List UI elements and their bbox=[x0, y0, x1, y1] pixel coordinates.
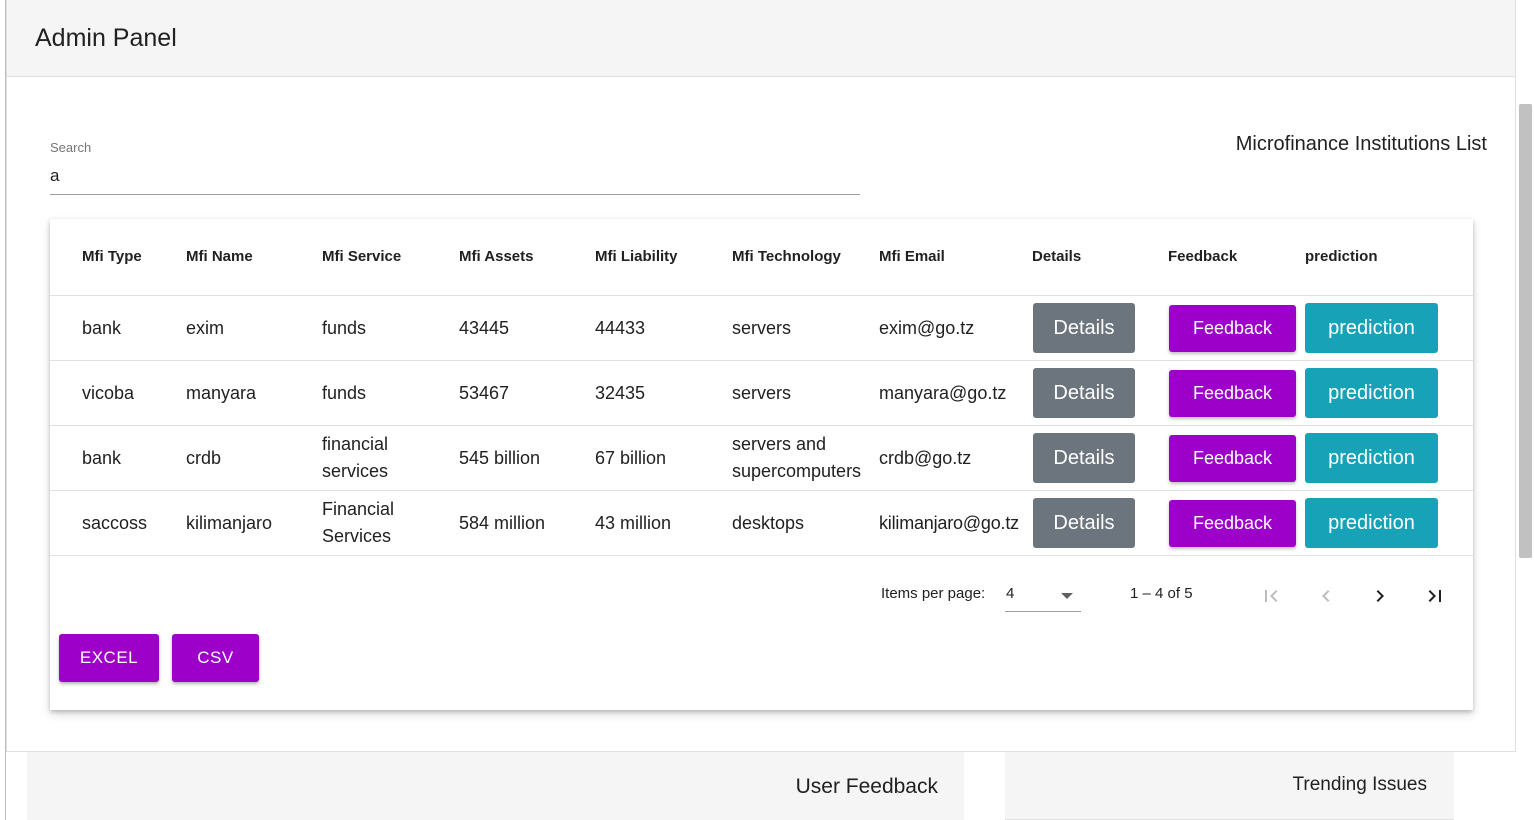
page-title: Admin Panel bbox=[35, 24, 177, 52]
column-header-mfi-assets[interactable]: Mfi Assets bbox=[459, 248, 533, 265]
scrollbar-thumb[interactable] bbox=[1519, 104, 1532, 558]
cell-mfi-technology: servers bbox=[732, 318, 792, 338]
prediction-button[interactable]: prediction bbox=[1305, 498, 1438, 548]
cell-mfi-email: manyara@go.tz bbox=[879, 383, 1007, 403]
list-title: Microfinance Institutions List bbox=[1235, 133, 1487, 155]
cell-mfi-email: exim@go.tz bbox=[879, 318, 975, 338]
table-row: bank exim funds 43445 44433 servers exim… bbox=[50, 296, 1473, 361]
cell-mfi-assets: 584 million bbox=[459, 513, 546, 533]
feedback-button[interactable]: Feedback bbox=[1169, 500, 1296, 547]
cell-mfi-service: Financial Services bbox=[322, 496, 394, 550]
cell-mfi-service: funds bbox=[322, 318, 367, 338]
cell-mfi-technology: desktops bbox=[732, 513, 805, 533]
export-csv-button[interactable]: CSV bbox=[172, 634, 259, 682]
column-header-details: Details bbox=[1032, 248, 1082, 265]
chevron-left-icon bbox=[1322, 590, 1330, 602]
cell-mfi-service: financial services bbox=[322, 431, 388, 485]
column-header-mfi-type[interactable]: Mfi Type bbox=[82, 248, 142, 265]
cell-mfi-technology-line: supercomputers bbox=[732, 461, 862, 481]
cell-mfi-technology: servers and supercomputers bbox=[732, 431, 861, 485]
search-input[interactable] bbox=[50, 164, 850, 188]
cell-mfi-service-line: Services bbox=[322, 526, 392, 546]
cell-mfi-type: vicoba bbox=[82, 383, 135, 403]
trending-issues-panel: Trending Issues bbox=[1005, 752, 1454, 820]
user-feedback-panel: User Feedback bbox=[27, 752, 964, 820]
admin-panel-header: Admin Panel bbox=[7, 0, 1515, 77]
cell-mfi-liability: 43 million bbox=[595, 513, 672, 533]
cell-mfi-service-line: financial bbox=[322, 434, 389, 454]
table-row: vicoba manyara funds 53467 32435 servers… bbox=[50, 361, 1473, 426]
first-page-button[interactable] bbox=[1251, 576, 1291, 616]
cell-mfi-type: saccoss bbox=[82, 513, 148, 533]
cell-mfi-type: bank bbox=[82, 448, 122, 468]
column-header-mfi-email[interactable]: Mfi Email bbox=[879, 248, 945, 265]
cell-mfi-service-line: services bbox=[322, 461, 389, 481]
feedback-button[interactable]: Feedback bbox=[1169, 305, 1296, 352]
cell-mfi-assets: 53467 bbox=[459, 383, 510, 403]
cell-mfi-liability: 32435 bbox=[595, 383, 646, 403]
cell-mfi-email: kilimanjaro@go.tz bbox=[879, 513, 1019, 533]
table-header: Mfi Type Mfi Name Mfi Service Mfi Assets… bbox=[50, 219, 1473, 296]
mfi-table-card: Mfi Type Mfi Name Mfi Service Mfi Assets… bbox=[50, 219, 1473, 710]
cell-mfi-service: funds bbox=[322, 383, 367, 403]
last-page-icon bbox=[1428, 590, 1441, 602]
feedback-button[interactable]: Feedback bbox=[1169, 435, 1296, 482]
previous-page-button[interactable] bbox=[1306, 576, 1346, 616]
cell-mfi-name: manyara bbox=[186, 383, 257, 403]
last-page-button[interactable] bbox=[1415, 576, 1455, 616]
prediction-button[interactable]: prediction bbox=[1305, 368, 1438, 418]
items-per-page-label: Items per page: bbox=[881, 585, 986, 602]
vertical-scrollbar[interactable] bbox=[1516, 0, 1534, 820]
user-feedback-title: User Feedback bbox=[795, 775, 938, 798]
prediction-button[interactable]: prediction bbox=[1305, 433, 1438, 483]
paginator: Items per page: 4 1 – 4 of 5 bbox=[50, 558, 1473, 628]
column-header-prediction: prediction bbox=[1305, 248, 1378, 265]
cell-mfi-assets: 545 billion bbox=[459, 448, 541, 468]
chevron-right-icon bbox=[1376, 590, 1384, 602]
cell-mfi-technology: servers bbox=[732, 383, 792, 403]
column-header-feedback: Feedback bbox=[1168, 248, 1238, 265]
table-row: bank crdb financial services 545 billion… bbox=[50, 426, 1473, 491]
column-header-mfi-technology[interactable]: Mfi Technology bbox=[732, 248, 841, 265]
column-header-mfi-name[interactable]: Mfi Name bbox=[186, 248, 253, 265]
cell-mfi-technology-line: servers and bbox=[732, 434, 827, 454]
page-size-select[interactable]: 4 bbox=[1005, 582, 1081, 612]
cell-mfi-assets: 43445 bbox=[459, 318, 510, 338]
cell-mfi-liability: 67 billion bbox=[595, 448, 667, 468]
next-page-button[interactable] bbox=[1360, 576, 1400, 616]
column-header-mfi-service[interactable]: Mfi Service bbox=[322, 248, 401, 265]
search-label: Search bbox=[50, 140, 92, 155]
caret-down-icon bbox=[1061, 593, 1073, 599]
export-excel-button[interactable]: EXCEL bbox=[59, 634, 159, 682]
table-row: saccoss kilimanjaro Financial Services 5… bbox=[50, 491, 1473, 556]
cell-mfi-liability: 44433 bbox=[595, 318, 646, 338]
page-range-label: 1 – 4 of 5 bbox=[1130, 585, 1193, 602]
cell-mfi-email: crdb@go.tz bbox=[879, 448, 972, 468]
cell-mfi-type: bank bbox=[82, 318, 122, 338]
search-field[interactable]: Search bbox=[50, 138, 860, 195]
cell-mfi-name: exim bbox=[186, 318, 225, 338]
first-page-icon bbox=[1265, 590, 1278, 602]
details-button[interactable]: Details bbox=[1033, 303, 1135, 353]
column-header-mfi-liability[interactable]: Mfi Liability bbox=[595, 248, 678, 265]
cell-mfi-name: crdb bbox=[186, 448, 222, 468]
prediction-button[interactable]: prediction bbox=[1305, 303, 1438, 353]
cell-mfi-name: kilimanjaro bbox=[186, 513, 273, 533]
feedback-button[interactable]: Feedback bbox=[1169, 370, 1296, 417]
details-button[interactable]: Details bbox=[1033, 433, 1135, 483]
page-size-value: 4 bbox=[1006, 585, 1015, 602]
details-button[interactable]: Details bbox=[1033, 368, 1135, 418]
cell-mfi-service-line: Financial bbox=[322, 499, 395, 519]
trending-issues-title: Trending Issues bbox=[1292, 774, 1427, 795]
details-button[interactable]: Details bbox=[1033, 498, 1135, 548]
